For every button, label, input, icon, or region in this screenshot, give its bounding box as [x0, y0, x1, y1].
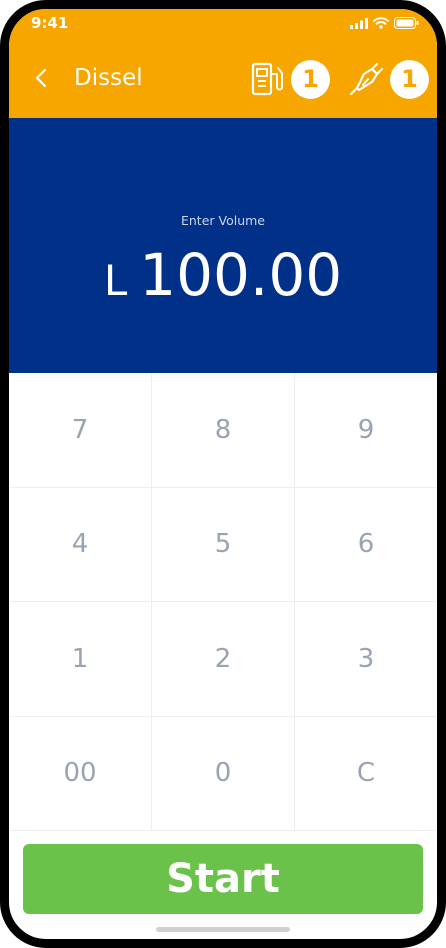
key-2[interactable]: 2: [152, 602, 295, 717]
key-double-zero[interactable]: 00: [9, 716, 152, 831]
numeric-keypad: 7 8 9 4 5 6 1 2 3 00 0 C: [9, 373, 437, 831]
display-label: Enter Volume: [180, 213, 265, 228]
battery-icon: [394, 17, 419, 29]
key-7[interactable]: 7: [9, 373, 152, 488]
header-bar: 9:41 Dissel 1 1: [9, 9, 437, 118]
key-3[interactable]: 3: [295, 602, 437, 717]
key-8[interactable]: 8: [152, 373, 295, 488]
status-time: 9:41: [31, 14, 69, 32]
wifi-icon: [373, 17, 389, 29]
phone-frame: 9:41 Dissel 1 1 Enter Volume L 100.00 7 …: [0, 0, 446, 948]
key-5[interactable]: 5: [152, 487, 295, 602]
pump-button[interactable]: [245, 57, 289, 101]
key-6[interactable]: 6: [295, 487, 437, 602]
nozzle-count-badge: 1: [390, 59, 429, 99]
home-indicator: [156, 927, 290, 932]
back-button[interactable]: [27, 63, 55, 93]
volume-readout: L 100.00: [9, 236, 437, 329]
cellular-signal-icon: [350, 17, 368, 29]
clear-key[interactable]: C: [295, 716, 437, 831]
nav-bar: Dissel 1 1: [9, 43, 437, 118]
volume-unit: L: [103, 256, 128, 305]
volume-value: 100.00: [139, 241, 343, 309]
header-actions: 1 1: [245, 57, 429, 101]
pump-count-badge: 1: [291, 59, 330, 99]
start-button[interactable]: Start: [23, 844, 423, 914]
fuel-nozzle-icon: [349, 62, 384, 96]
nozzle-button[interactable]: [344, 57, 388, 101]
volume-display: Enter Volume L 100.00: [9, 118, 437, 373]
key-9[interactable]: 9: [295, 373, 437, 488]
status-icons: [350, 17, 419, 29]
key-4[interactable]: 4: [9, 487, 152, 602]
status-bar: 9:41: [9, 9, 437, 43]
key-0[interactable]: 0: [152, 716, 295, 831]
fuel-pump-icon: [251, 62, 283, 96]
key-1[interactable]: 1: [9, 602, 152, 717]
page-title: Dissel: [74, 65, 143, 91]
chevron-left-icon: [35, 68, 47, 88]
